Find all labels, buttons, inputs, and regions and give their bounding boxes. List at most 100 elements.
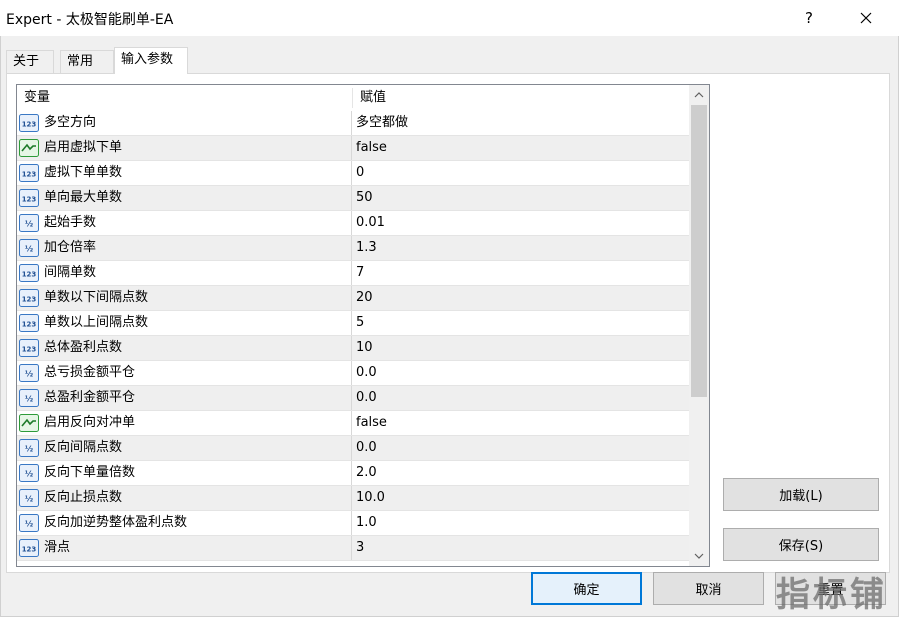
scroll-down-button[interactable] xyxy=(689,546,709,566)
value-cell[interactable]: 10.0 xyxy=(356,486,385,510)
value-cell[interactable]: false xyxy=(356,411,387,435)
variable-cell[interactable]: 123 总体盈利点数 xyxy=(17,336,352,360)
chevron-down-icon xyxy=(694,553,704,559)
column-header-value[interactable]: 赋值 xyxy=(353,85,689,111)
value-cell[interactable]: 1.0 xyxy=(356,511,377,535)
save-button[interactable]: 保存(S) xyxy=(723,528,879,561)
variable-cell[interactable]: 启用反向对冲单 xyxy=(17,411,352,435)
window-title: Expert - 太极智能刷单-EA xyxy=(6,12,174,28)
variable-name: 反向止损点数 xyxy=(44,490,123,505)
tab-inputs[interactable]: 输入参数 xyxy=(114,47,188,74)
variable-cell[interactable]: 123 虚拟下单单数 xyxy=(17,161,352,185)
help-icon: ? xyxy=(805,9,813,27)
bool-icon xyxy=(19,414,39,432)
value-cell[interactable]: false xyxy=(356,136,387,160)
table-row[interactable]: 123 总体盈利点数 10 xyxy=(17,336,689,361)
table-row[interactable]: ½ 反向间隔点数 0.0 xyxy=(17,436,689,461)
variable-name: 总体盈利点数 xyxy=(44,340,123,355)
double-icon: ½ xyxy=(19,364,39,382)
value-cell[interactable]: 0.0 xyxy=(356,361,377,385)
variable-name: 反向间隔点数 xyxy=(44,440,123,455)
load-button[interactable]: 加载(L) xyxy=(723,478,879,511)
table-row[interactable]: 启用虚拟下单 false xyxy=(17,136,689,161)
svg-text:123: 123 xyxy=(22,321,37,329)
table-row[interactable]: 123 间隔单数 7 xyxy=(17,261,689,286)
vertical-scrollbar[interactable] xyxy=(689,85,709,566)
scroll-thumb[interactable] xyxy=(691,105,707,397)
value-cell[interactable]: 10 xyxy=(356,336,373,360)
table-row[interactable]: 123 多空方向 多空都做 xyxy=(17,111,689,136)
svg-text:½: ½ xyxy=(25,219,33,229)
help-button[interactable]: ? xyxy=(788,0,830,36)
variable-cell[interactable]: ½ 起始手数 xyxy=(17,211,352,235)
value-cell[interactable]: 0.01 xyxy=(356,211,385,235)
variable-name: 反向加逆势整体盈利点数 xyxy=(44,515,188,530)
table-row[interactable]: ½ 反向下单量倍数 2.0 xyxy=(17,461,689,486)
variable-cell[interactable]: ½ 反向间隔点数 xyxy=(17,436,352,460)
table-row[interactable]: ½ 反向止损点数 10.0 xyxy=(17,486,689,511)
svg-text:½: ½ xyxy=(25,244,33,254)
value-cell[interactable]: 0 xyxy=(356,161,364,185)
variable-cell[interactable]: 123 单向最大单数 xyxy=(17,186,352,210)
value-cell[interactable]: 5 xyxy=(356,311,364,335)
cancel-button[interactable]: 取消 xyxy=(653,572,764,605)
table-row[interactable]: 123 虚拟下单单数 0 xyxy=(17,161,689,186)
value-cell[interactable]: 0.0 xyxy=(356,386,377,410)
svg-text:123: 123 xyxy=(22,271,37,279)
table-row[interactable]: ½ 加仓倍率 1.3 xyxy=(17,236,689,261)
scroll-up-button[interactable] xyxy=(689,85,709,105)
table-row[interactable]: ½ 总亏损金额平仓 0.0 xyxy=(17,361,689,386)
value-cell[interactable]: 50 xyxy=(356,186,373,210)
value-cell[interactable]: 多空都做 xyxy=(356,111,408,135)
table-row[interactable]: ½ 反向加逆势整体盈利点数 1.0 xyxy=(17,511,689,536)
column-header-variable[interactable]: 变量 xyxy=(17,85,352,111)
variable-name: 滑点 xyxy=(44,540,71,555)
variable-cell[interactable]: ½ 加仓倍率 xyxy=(17,236,352,260)
variable-cell[interactable]: ½ 总盈利金额平仓 xyxy=(17,386,352,410)
svg-text:½: ½ xyxy=(25,369,33,379)
variable-name: 起始手数 xyxy=(44,215,97,230)
close-button[interactable] xyxy=(843,0,889,36)
bool-icon xyxy=(19,139,39,157)
table-row[interactable]: 123 单向最大单数 50 xyxy=(17,186,689,211)
value-cell[interactable]: 1.3 xyxy=(356,236,377,260)
value-cell[interactable]: 3 xyxy=(356,536,364,560)
table-row[interactable]: 123 单数以上间隔点数 5 xyxy=(17,311,689,336)
variable-name: 间隔单数 xyxy=(44,265,97,280)
variable-cell[interactable]: 123 间隔单数 xyxy=(17,261,352,285)
variable-cell[interactable]: 123 单数以下间隔点数 xyxy=(17,286,352,310)
table-row[interactable]: ½ 起始手数 0.01 xyxy=(17,211,689,236)
variable-name: 启用反向对冲单 xyxy=(44,415,136,430)
int-icon: 123 xyxy=(19,189,39,207)
variable-cell[interactable]: ½ 总亏损金额平仓 xyxy=(17,361,352,385)
title-bar: Expert - 太极智能刷单-EA ? xyxy=(0,0,899,36)
tab-about[interactable]: 关于 xyxy=(6,50,54,74)
value-cell[interactable]: 0.0 xyxy=(356,436,377,460)
variable-name: 单向最大单数 xyxy=(44,190,123,205)
parameters-grid: 变量 赋值 123 多空方向 多空都做 启用虚拟下单 false 123 虚拟下单单数 0 12… xyxy=(16,84,710,567)
variable-cell[interactable]: ½ 反向止损点数 xyxy=(17,486,352,510)
double-icon: ½ xyxy=(19,464,39,482)
variable-cell[interactable]: 启用虚拟下单 xyxy=(17,136,352,160)
tab-common[interactable]: 常用 xyxy=(60,50,114,74)
table-row[interactable]: ½ 总盈利金额平仓 0.0 xyxy=(17,386,689,411)
double-icon: ½ xyxy=(19,439,39,457)
table-row[interactable]: 123 单数以下间隔点数 20 xyxy=(17,286,689,311)
value-cell[interactable]: 20 xyxy=(356,286,373,310)
value-cell[interactable]: 2.0 xyxy=(356,461,377,485)
table-row[interactable]: 123 滑点 3 xyxy=(17,536,689,561)
svg-text:123: 123 xyxy=(22,171,37,179)
variable-cell[interactable]: ½ 反向下单量倍数 xyxy=(17,461,352,485)
variable-name: 多空方向 xyxy=(44,115,97,130)
value-cell[interactable]: 7 xyxy=(356,261,364,285)
table-row[interactable]: 启用反向对冲单 false xyxy=(17,411,689,436)
variable-cell[interactable]: 123 多空方向 xyxy=(17,111,352,135)
variable-cell[interactable]: 123 滑点 xyxy=(17,536,352,560)
ok-button[interactable]: 确定 xyxy=(531,572,642,605)
watermark: 指标铺 xyxy=(776,575,887,615)
variable-name: 总亏损金额平仓 xyxy=(44,365,136,380)
variable-cell[interactable]: ½ 反向加逆势整体盈利点数 xyxy=(17,511,352,535)
variable-cell[interactable]: 123 单数以上间隔点数 xyxy=(17,311,352,335)
variable-name: 虚拟下单单数 xyxy=(44,165,123,180)
int-icon: 123 xyxy=(19,539,39,557)
